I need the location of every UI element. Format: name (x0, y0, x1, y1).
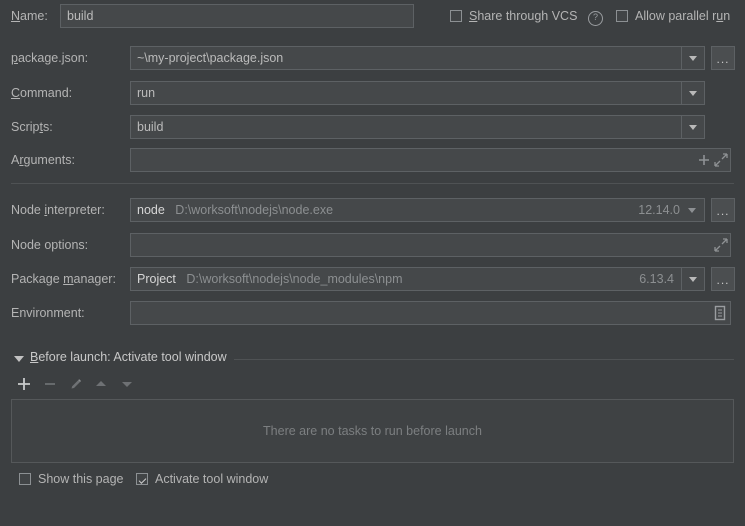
name-label-mnemonic: N (11, 9, 21, 23)
remove-task-button[interactable] (42, 376, 58, 392)
package-manager-mnemonic: m (63, 272, 74, 286)
command-row: Command: run (0, 81, 745, 105)
name-row: Name: build Share through VCS ? Allow pa… (0, 4, 745, 28)
move-down-button[interactable] (119, 376, 135, 392)
chevron-down-icon (689, 90, 697, 96)
node-interpreter-combo[interactable]: node D:\worksoft\nodejs\node.exe 12.14.0 (130, 198, 705, 222)
node-interpreter-path: D:\worksoft\nodejs\node.exe (175, 203, 334, 217)
node-interpreter-label-b: nterpreter: (47, 203, 105, 217)
command-value: run (137, 86, 156, 100)
share-through-vcs-label: Share through VCS (469, 9, 578, 23)
package-json-combo[interactable]: ~\my-project\package.json (130, 46, 705, 70)
expand-icon[interactable] (714, 153, 728, 167)
command-combo[interactable]: run (130, 81, 705, 105)
share-through-vcs-checkbox-box[interactable] (450, 10, 462, 22)
package-manager-combo[interactable]: Project D:\worksoft\nodejs\node_modules\… (130, 267, 705, 291)
node-options-input[interactable] (130, 233, 731, 257)
environment-row: Environment: (0, 301, 745, 325)
allow-parallel-run-checkbox-box[interactable] (616, 10, 628, 22)
environment-list-icon[interactable] (713, 305, 727, 321)
package-json-dropdown-button[interactable] (681, 47, 704, 69)
name-label-text: ame: (20, 9, 48, 23)
chevron-down-icon (689, 55, 697, 61)
chevron-down-icon (688, 207, 696, 213)
chevron-down-icon (689, 276, 697, 282)
package-json-label-text: ackage.json: (17, 51, 89, 65)
before-launch-title-text: efore launch: Activate tool window (38, 350, 227, 364)
command-dropdown-button[interactable] (681, 82, 704, 104)
package-manager-browse-button[interactable]: ... (711, 267, 735, 291)
node-interpreter-label: Node interpreter: (11, 198, 105, 222)
share-through-vcs-checkbox[interactable]: Share through VCS (450, 6, 577, 26)
scripts-label-text-b: s: (42, 120, 53, 134)
before-launch-title: Before launch: Activate tool window (30, 350, 227, 364)
arguments-label-text-b: guments: (23, 153, 75, 167)
activate-tool-window-checkbox-box[interactable] (136, 473, 148, 485)
package-json-browse-button[interactable]: ... (711, 46, 735, 70)
show-this-page-label: Show this page (38, 472, 124, 486)
package-manager-label: Package manager: (11, 267, 116, 291)
collapse-twisty-icon[interactable] (14, 356, 24, 362)
plus-icon[interactable] (698, 154, 710, 166)
expand-icon[interactable] (714, 238, 728, 252)
scripts-value: build (137, 120, 164, 134)
name-input-value: build (67, 9, 94, 23)
command-label: Command: (11, 81, 72, 105)
allow-parallel-mnemonic: u (716, 9, 724, 23)
name-label: Name: (11, 4, 48, 28)
package-manager-label-a: Package (11, 272, 64, 286)
node-interpreter-label-a: Node (11, 203, 45, 217)
arguments-input[interactable] (130, 148, 731, 172)
package-json-row: package.json: ~\my-project\package.json … (0, 46, 745, 70)
share-vcs-mnemonic: S (469, 9, 478, 23)
node-options-label: Node options: (11, 238, 89, 252)
arguments-row: Arguments: (0, 148, 745, 172)
allow-parallel-run-label: Allow parallel run (635, 9, 731, 23)
allow-parallel-run-checkbox[interactable]: Allow parallel run (616, 6, 730, 26)
command-mnemonic: C (11, 86, 21, 100)
package-manager-path: D:\worksoft\nodejs\node_modules\npm (186, 272, 403, 286)
package-manager-name: Project (137, 272, 176, 286)
name-input[interactable]: build (60, 4, 414, 28)
node-interpreter-name: node (137, 203, 165, 217)
help-icon[interactable]: ? (588, 11, 603, 26)
section-separator (11, 183, 734, 184)
chevron-down-icon (689, 124, 697, 130)
show-this-page-checkbox[interactable]: Show this page (19, 469, 123, 489)
package-manager-label-b: anager: (73, 272, 116, 286)
scripts-label: Scripts: (11, 115, 53, 139)
add-task-button[interactable] (16, 376, 32, 392)
command-label-text: ommand: (20, 86, 73, 100)
package-json-mnemonic: p (11, 51, 18, 65)
scripts-dropdown-button[interactable] (681, 116, 704, 138)
node-interpreter-row: Node interpreter: node D:\worksoft\nodej… (0, 198, 745, 222)
node-interpreter-browse-button[interactable]: ... (711, 198, 735, 222)
show-this-page-checkbox-box[interactable] (19, 473, 31, 485)
before-launch-title-rule (234, 359, 734, 360)
before-launch-task-list[interactable]: There are no tasks to run before launch (11, 399, 734, 463)
environment-input[interactable] (130, 301, 731, 325)
activate-tool-window-label: Activate tool window (155, 472, 269, 486)
package-json-value: ~\my-project\package.json (137, 51, 284, 65)
package-manager-version: 6.13.4 (639, 272, 674, 286)
package-manager-dropdown-button[interactable] (681, 268, 704, 290)
run-configuration-panel: Name: build Share through VCS ? Allow pa… (0, 0, 745, 526)
node-options-row: Node options: (0, 233, 745, 257)
before-launch-empty-text: There are no tasks to run before launch (263, 424, 482, 438)
package-json-label: package.json: (11, 46, 88, 70)
scripts-combo[interactable]: build (130, 115, 705, 139)
node-interpreter-version: 12.14.0 (638, 203, 680, 217)
activate-tool-window-checkbox[interactable]: Activate tool window (136, 469, 268, 489)
move-up-button[interactable] (93, 376, 109, 392)
package-manager-row: Package manager: Project D:\worksoft\nod… (0, 267, 745, 291)
scripts-row: Scripts: build (0, 115, 745, 139)
environment-label: Environment: (11, 306, 85, 320)
edit-task-button[interactable] (68, 376, 84, 392)
scripts-label-text-a: Scrip (11, 120, 40, 134)
arguments-label: Arguments: (11, 148, 75, 172)
node-interpreter-dropdown-button[interactable] (684, 199, 700, 221)
